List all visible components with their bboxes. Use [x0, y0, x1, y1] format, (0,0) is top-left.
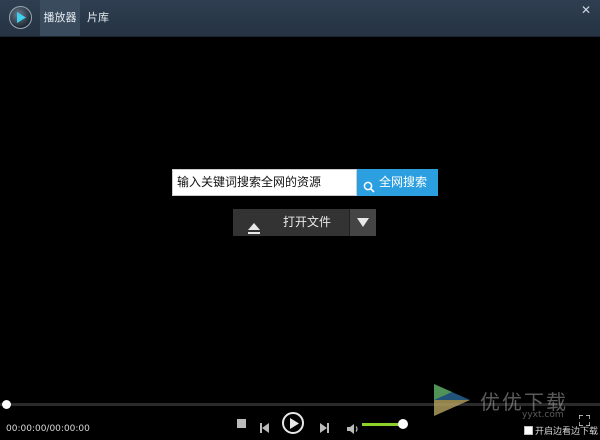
- download-while-play-label: 开启边看边下载: [535, 427, 599, 437]
- download-while-play-option[interactable]: 开启边看边下载: [524, 426, 598, 437]
- stop-button[interactable]: [237, 419, 246, 428]
- previous-button[interactable]: [260, 418, 269, 437]
- watermark: 优优下载 yyxt.com: [430, 380, 590, 424]
- close-icon[interactable]: ✕: [580, 4, 592, 16]
- chevron-down-icon: [357, 218, 369, 227]
- play-button[interactable]: [282, 412, 304, 434]
- open-file-dropdown[interactable]: [349, 209, 376, 236]
- skip-back-icon: [260, 423, 269, 433]
- open-file-button[interactable]: 打开文件: [233, 209, 349, 236]
- timecode: 00:00:00/00:00:00: [6, 424, 90, 434]
- tab-library-label: 片库: [87, 11, 109, 24]
- open-file-label: 打开文件: [283, 215, 332, 229]
- search-button[interactable]: 全网搜索: [357, 169, 438, 196]
- download-while-play-checkbox[interactable]: [524, 426, 533, 435]
- watermark-logo-icon: [434, 384, 470, 416]
- tab-player-label: 播放器: [43, 11, 77, 24]
- title-bar: 播放器 片库 ✕: [0, 0, 600, 37]
- search-button-label: 全网搜索: [379, 175, 428, 189]
- eject-icon: [248, 217, 260, 244]
- tab-player[interactable]: 播放器: [40, 0, 80, 36]
- tab-library[interactable]: 片库: [82, 0, 114, 36]
- search-placeholder: 输入关键词搜索全网的资源: [177, 175, 322, 189]
- search-input[interactable]: 输入关键词搜索全网的资源: [172, 169, 357, 196]
- progress-handle[interactable]: [2, 400, 11, 409]
- volume-icon[interactable]: [347, 419, 359, 438]
- skip-forward-icon: [320, 423, 329, 433]
- play-icon: [290, 418, 299, 429]
- app-logo-icon[interactable]: [9, 6, 32, 29]
- search-icon: [363, 176, 375, 203]
- volume-slider-handle[interactable]: [397, 419, 408, 429]
- next-button[interactable]: [320, 418, 329, 437]
- watermark-url: yyxt.com: [522, 410, 564, 420]
- volume-slider-track[interactable]: [362, 423, 403, 426]
